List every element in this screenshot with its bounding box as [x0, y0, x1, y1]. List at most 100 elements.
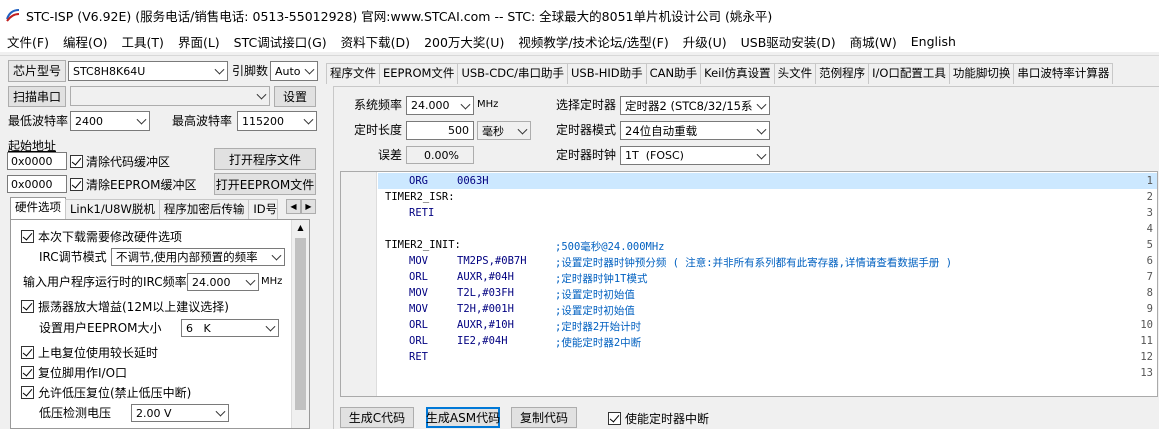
checkbox-checked-icon: [21, 346, 34, 359]
max-baud-label: 最高波特率: [172, 114, 233, 128]
generated-code-editor[interactable]: 1 ORG 0063H 2 TIMER2_ISR: 3 RETI 4 5 TIMER2_INIT:…: [340, 171, 1158, 397]
tab-right-9[interactable]: 功能脚切换: [948, 63, 1015, 84]
menu-item[interactable]: 工具(T): [118, 32, 168, 51]
enable-interrupt-checkbox[interactable]: 使能定时器中断: [608, 410, 709, 427]
timer-mode-label: 定时器模式: [556, 123, 617, 137]
code-opcode: ORL: [409, 271, 428, 283]
menu-item[interactable]: USB驱动安装(D): [737, 32, 840, 51]
tab-id[interactable]: ID号: [248, 199, 279, 219]
open-program-button[interactable]: 打开程序文件: [214, 148, 316, 170]
tab-encrypt[interactable]: 程序加密后传输: [158, 199, 250, 219]
max-baud-select[interactable]: 115200: [237, 111, 317, 131]
tab-right-2[interactable]: USB-CDC/串口助手: [457, 63, 568, 84]
power-on-delay-label: 上电复位使用较长延时: [38, 346, 159, 360]
reset-pin-checkbox[interactable]: 复位脚用作I/O口: [21, 364, 127, 381]
checkbox-checked-icon: [21, 366, 34, 379]
error-label: 误差: [378, 148, 403, 162]
low-volt-label: 低压检测电压: [39, 406, 112, 420]
clear-code-checkbox[interactable]: 清除代码缓冲区: [70, 153, 170, 170]
chevron-down-icon: [271, 250, 282, 261]
timer-mode-select[interactable]: 24位自动重载: [620, 121, 770, 140]
scroll-up-icon[interactable]: ▲: [292, 220, 309, 236]
osc-gain-checkbox[interactable]: 振荡器放大增益(12M以上建议选择): [21, 298, 229, 315]
chevron-down-icon: [756, 99, 767, 110]
tab-right-1[interactable]: EEPROM文件: [379, 63, 459, 84]
tab-right-4[interactable]: CAN助手: [645, 63, 702, 84]
tab-link1[interactable]: Link1/U8W脱机: [65, 199, 160, 219]
settings-button[interactable]: 设置: [274, 86, 316, 107]
menu-item[interactable]: 文件(F): [3, 32, 53, 51]
clear-eeprom-checkbox[interactable]: 清除EEPROM缓冲区: [70, 176, 197, 193]
menu-item[interactable]: 升级(U): [679, 32, 731, 51]
generate-asm-button[interactable]: 生成ASM代码: [426, 407, 500, 428]
low-volt-select[interactable]: 2.00 V: [131, 404, 229, 422]
tab-right-5[interactable]: Keil仿真设置: [700, 63, 775, 84]
tab-right-3[interactable]: USB-HID助手: [566, 63, 647, 84]
right-tab-strip: 程序文件 EEPROM文件 USB-CDC/串口助手 USB-HID助手 CAN助手 Ke…: [326, 62, 1114, 84]
menu-item[interactable]: 界面(L): [174, 32, 224, 51]
menu-item[interactable]: 资料下载(D): [337, 32, 414, 51]
port-select[interactable]: [70, 86, 270, 106]
chevron-down-icon: [304, 64, 315, 75]
modify-hw-checkbox[interactable]: 本次下载需要修改硬件选项: [21, 228, 182, 245]
menu-item[interactable]: STC调试接口(G): [230, 32, 331, 51]
code-start-address-input[interactable]: 0x0000: [7, 152, 67, 170]
irc-freq-unit: MHz: [261, 276, 283, 287]
select-timer-select[interactable]: 定时器2 (STC8/32/15系: [620, 96, 770, 115]
menu-item[interactable]: 商城(W): [846, 32, 901, 51]
reset-pin-label: 复位脚用作I/O口: [38, 366, 128, 380]
timer-unit-select[interactable]: 毫秒: [477, 121, 531, 140]
chevron-down-icon: [756, 149, 767, 160]
eeprom-start-address-input[interactable]: 0x0000: [7, 175, 67, 193]
tab-right-6[interactable]: 头文件: [773, 63, 817, 84]
irc-freq-select[interactable]: 24.000: [187, 273, 259, 291]
timer-clock-value: 1T (FOSC): [625, 149, 684, 162]
min-baud-select[interactable]: 2400: [70, 111, 150, 131]
generate-c-button[interactable]: 生成C代码: [340, 407, 414, 428]
tab-right-10[interactable]: 串口波特率计算器: [1013, 63, 1114, 84]
timer-length-label: 定时长度: [354, 123, 403, 137]
copy-code-button[interactable]: 复制代码: [511, 407, 577, 428]
eeprom-size-label: 设置用户EEPROM大小: [39, 321, 162, 335]
code-operand: AUXR,#10H: [457, 319, 514, 331]
irc-mode-value: 不调节,使用内部预置的频率: [116, 250, 258, 264]
menu-item[interactable]: English: [907, 34, 960, 49]
timer-clock-select[interactable]: 1T (FOSC): [620, 146, 770, 165]
code-label: TIMER2_ISR:: [385, 191, 455, 203]
open-eeprom-button[interactable]: 打开EEPROM文件: [214, 173, 316, 195]
timer-clock-label: 定时器时钟: [556, 148, 617, 162]
error-value: 0.00%: [406, 146, 474, 164]
line-number: 4: [1146, 223, 1153, 235]
timer-length-input[interactable]: 500: [406, 121, 474, 140]
pin-count-label: 引脚数: [232, 64, 269, 78]
power-on-delay-checkbox[interactable]: 上电复位使用较长延时: [21, 344, 158, 361]
pin-count-value: Auto: [275, 64, 301, 78]
menu-item[interactable]: 视频教学/技术论坛/选型(F): [514, 32, 672, 51]
code-operand: T2H,#001H: [457, 303, 514, 315]
menu-item[interactable]: 200万大奖(U): [420, 32, 508, 51]
tab-right-0[interactable]: 程序文件: [326, 63, 380, 84]
checkbox-checked-icon: [70, 155, 83, 168]
chip-model-select[interactable]: STC8H8K64U: [68, 61, 228, 81]
low-volt-reset-checkbox[interactable]: 允许低压复位(禁止低压中断): [21, 384, 191, 401]
code-opcode: ORL: [409, 319, 428, 331]
irc-mode-select[interactable]: 不调节,使用内部预置的频率: [111, 248, 285, 266]
pin-count-select[interactable]: Auto: [270, 61, 318, 81]
sys-freq-select[interactable]: 24.000: [406, 96, 474, 115]
tab-right-8[interactable]: I/O口配置工具: [868, 63, 950, 84]
line-number: 10: [1140, 319, 1153, 331]
scan-port-button[interactable]: 扫描串口: [8, 86, 66, 107]
options-scrollbar[interactable]: ▲: [291, 220, 309, 428]
current-line-highlight: [378, 173, 1157, 189]
tab-scroll-right-icon[interactable]: ▶: [301, 199, 316, 214]
line-number: 9: [1146, 303, 1153, 315]
tab-right-7[interactable]: 范例程序: [815, 63, 870, 84]
clear-code-label: 清除代码缓冲区: [86, 155, 171, 169]
tab-hardware-options[interactable]: 硬件选项: [10, 197, 66, 219]
tab-scroll-left-icon[interactable]: ◀: [286, 199, 301, 214]
code-operand: TM2PS,#0B7H: [457, 255, 527, 267]
menu-item[interactable]: 编程(O): [59, 32, 112, 51]
eeprom-size-select[interactable]: 6 K: [181, 319, 279, 337]
chevron-down-icon: [265, 321, 276, 332]
scroll-thumb[interactable]: [295, 238, 306, 410]
